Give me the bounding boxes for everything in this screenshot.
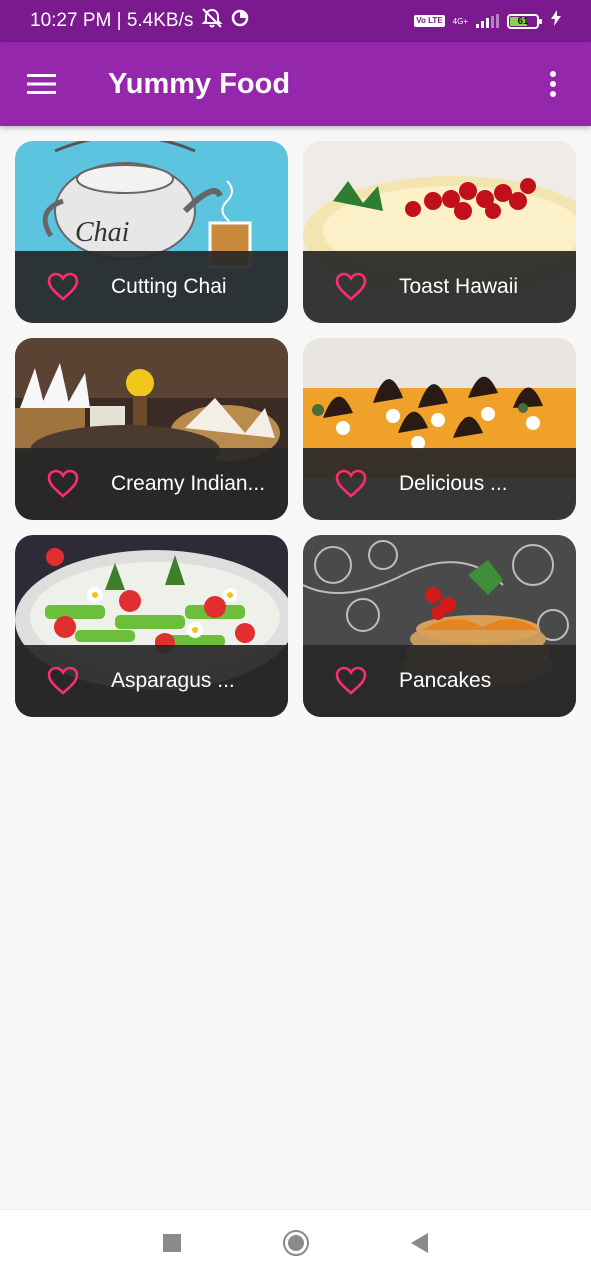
recipe-card-cutting-chai[interactable]: Chai Cutting Chai [15, 141, 288, 323]
heart-outline-icon[interactable] [47, 666, 111, 696]
recipe-card-asparagus[interactable]: Asparagus ... [15, 535, 288, 717]
data-saver-icon [231, 9, 249, 33]
recipe-name: Asparagus ... [111, 669, 235, 692]
recipe-name: Toast Hawaii [399, 275, 519, 298]
recipe-card-footer: Toast Hawaii [303, 251, 576, 323]
recipe-name: Pancakes [399, 669, 492, 692]
more-vert-icon[interactable] [515, 42, 591, 126]
status-bar: 10:27 PM | 5.4KB/s Vo LTE 4G+ 61 [0, 0, 591, 42]
volte-badge: Vo LTE [414, 15, 445, 27]
battery-percent: 61 [517, 15, 529, 27]
recipe-card-toast-hawaii[interactable]: Toast Hawaii [303, 141, 576, 323]
network-indicator: 4G+ [453, 17, 468, 26]
recipe-card-pancakes[interactable]: Pancakes [303, 535, 576, 717]
recipe-name: Creamy Indian... [111, 472, 266, 495]
recents-square-icon[interactable] [162, 1233, 182, 1258]
svg-text:Chai: Chai [75, 217, 129, 248]
signal-icon [476, 14, 499, 28]
back-triangle-icon[interactable] [410, 1232, 430, 1259]
charging-icon [551, 10, 561, 32]
recipe-card-footer: Asparagus ... [15, 645, 288, 717]
home-circle-icon[interactable] [282, 1229, 310, 1262]
recipe-card-footer: Delicious ... [303, 448, 576, 520]
app-bar: Yummy Food [0, 42, 591, 126]
status-time: 10:27 PM | 5.4KB/s [30, 10, 194, 31]
recipe-card-delicious[interactable]: Delicious ... [303, 338, 576, 520]
recipe-card-footer: Pancakes [303, 645, 576, 717]
recipe-card-footer: Cutting Chai [15, 251, 288, 323]
recipe-card-creamy-indian[interactable]: Creamy Indian... [15, 338, 288, 520]
battery-icon: 61 [507, 13, 542, 29]
heart-outline-icon[interactable] [335, 272, 399, 302]
heart-outline-icon[interactable] [335, 469, 399, 499]
recipe-card-footer: Creamy Indian... [15, 448, 288, 520]
recipe-name: Cutting Chai [111, 275, 227, 298]
hamburger-menu-icon[interactable] [0, 42, 84, 126]
recipe-name: Delicious ... [399, 472, 508, 495]
mute-bell-icon [201, 8, 223, 34]
system-nav-bar [0, 1209, 591, 1281]
heart-outline-icon[interactable] [47, 272, 111, 302]
network-type: 4G+ [452, 16, 468, 26]
heart-outline-icon[interactable] [335, 666, 399, 696]
recipe-grid: Chai Cutting Chai Toast Hawaii Creamy In… [15, 141, 576, 717]
app-title: Yummy Food [108, 67, 291, 100]
heart-outline-icon[interactable] [47, 469, 111, 499]
